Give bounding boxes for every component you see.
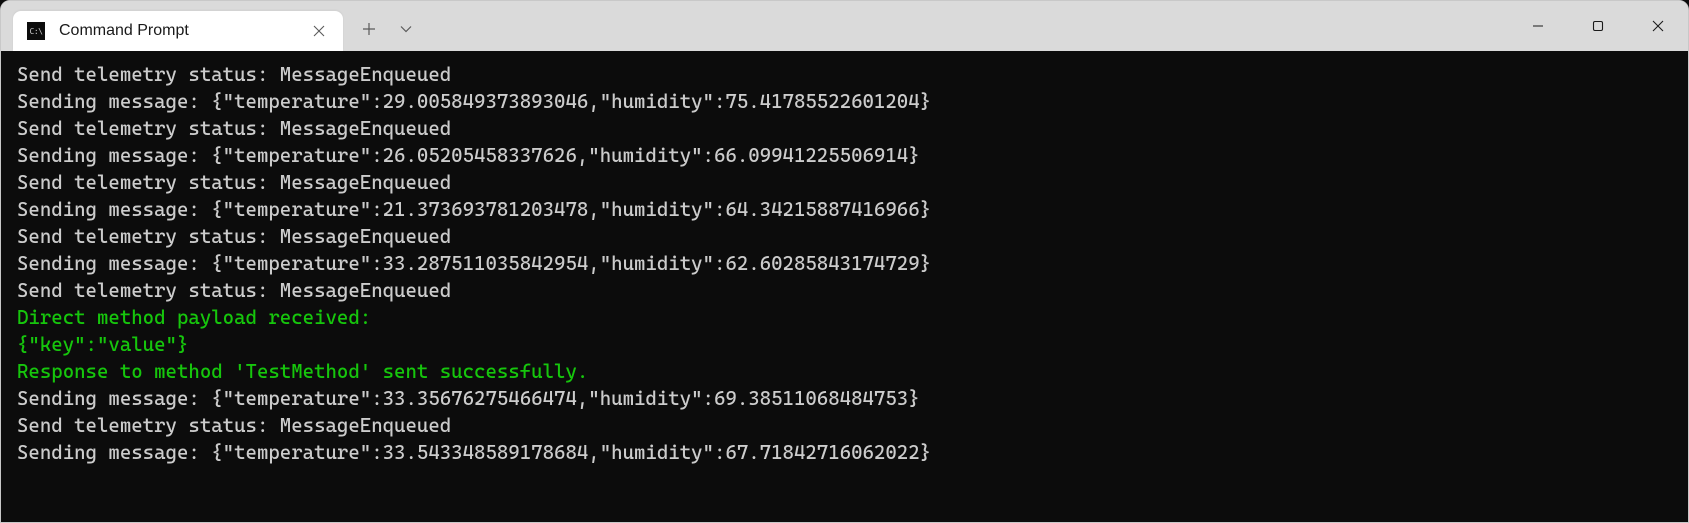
terminal-line: Sending message: {"temperature":26.05205… (17, 142, 1672, 169)
terminal-line: Direct method payload received: (17, 304, 1672, 331)
minimize-button[interactable] (1508, 1, 1568, 51)
terminal-line: Sending message: {"temperature":33.54334… (17, 439, 1672, 466)
terminal-line: Send telemetry status: MessageEnqueued (17, 169, 1672, 196)
tab-title: Command Prompt (59, 22, 299, 40)
terminal-line: Send telemetry status: MessageEnqueued (17, 277, 1672, 304)
maximize-button[interactable] (1568, 1, 1628, 51)
tab-strip: C:\ Command Prompt (1, 1, 423, 51)
terminal-line: Sending message: {"temperature":33.35676… (17, 385, 1672, 412)
terminal-line: Send telemetry status: MessageEnqueued (17, 115, 1672, 142)
terminal-window: C:\ Command Prompt (0, 0, 1689, 523)
new-tab-button[interactable] (349, 9, 389, 49)
command-prompt-icon: C:\ (27, 22, 45, 40)
chevron-down-icon (400, 25, 412, 33)
close-tab-button[interactable] (309, 21, 329, 41)
window-controls (1508, 1, 1688, 51)
plus-icon (362, 22, 376, 36)
terminal-line: Send telemetry status: MessageEnqueued (17, 223, 1672, 250)
tab-dropdown-button[interactable] (389, 9, 423, 49)
terminal-line: Sending message: {"temperature":29.00584… (17, 88, 1672, 115)
minimize-icon (1532, 20, 1544, 32)
close-icon (313, 25, 325, 37)
terminal-line: {"key":"value"} (17, 331, 1672, 358)
terminal-line: Sending message: {"temperature":21.37369… (17, 196, 1672, 223)
terminal-line: Sending message: {"temperature":33.28751… (17, 250, 1672, 277)
close-window-button[interactable] (1628, 1, 1688, 51)
terminal-output[interactable]: Send telemetry status: MessageEnqueuedSe… (1, 51, 1688, 522)
close-icon (1652, 20, 1664, 32)
maximize-icon (1592, 20, 1604, 32)
terminal-line: Send telemetry status: MessageEnqueued (17, 61, 1672, 88)
titlebar: C:\ Command Prompt (1, 1, 1688, 51)
tab-command-prompt[interactable]: C:\ Command Prompt (13, 11, 343, 51)
terminal-line: Response to method 'TestMethod' sent suc… (17, 358, 1672, 385)
terminal-line: Send telemetry status: MessageEnqueued (17, 412, 1672, 439)
